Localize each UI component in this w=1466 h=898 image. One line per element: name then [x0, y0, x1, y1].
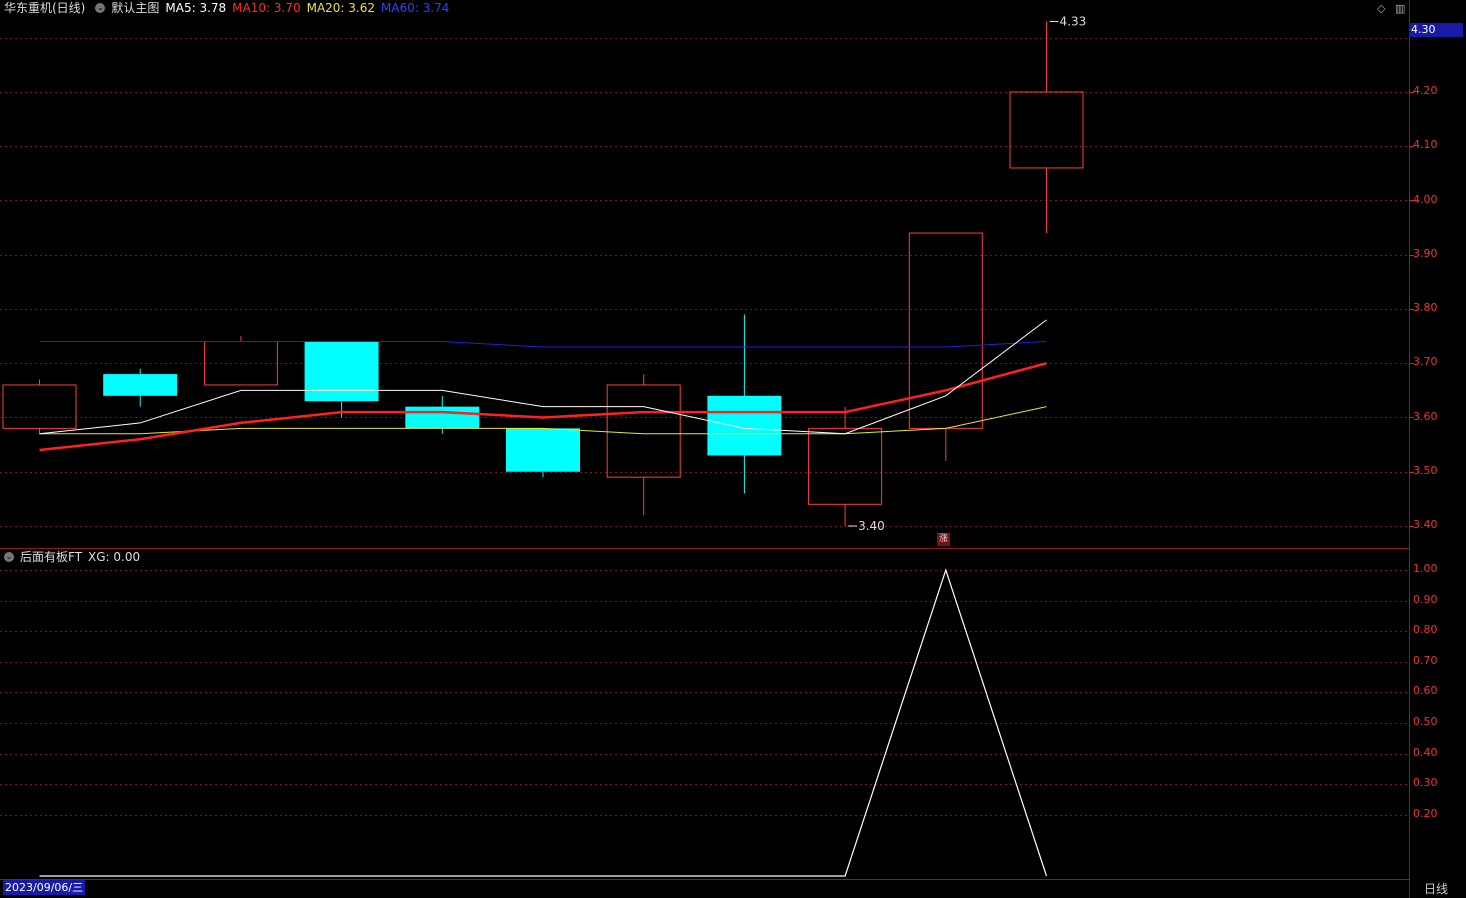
ma60-line: [39, 341, 1047, 348]
indicator-axis-tick: 0.70: [1413, 653, 1438, 667]
indicator-axis-tick: 0.60: [1413, 684, 1438, 698]
candle-body: [908, 232, 983, 429]
price-axis-tick: 3.40: [1413, 518, 1438, 531]
price-axis-tick: 3.60: [1413, 409, 1438, 423]
indicator-axis-tick: 0.40: [1413, 745, 1438, 759]
date-label: 2023/09/06/三: [3, 880, 86, 895]
candle-body: [506, 428, 580, 472]
price-axis-tick: 4.20: [1413, 84, 1438, 97]
indicator-axis-tick: 1.00: [1413, 562, 1438, 575]
price-axis-tick: 3.50: [1413, 463, 1438, 477]
extreme-price-label: 3.40: [858, 519, 885, 533]
price-axis-tick: 3.70: [1413, 355, 1438, 369]
candle-body: [2, 384, 77, 429]
limit-up-marker: 涨: [937, 533, 950, 546]
kline-chart[interactable]: 4.33 3.40: [0, 0, 1466, 898]
indicator-axis-tick: 0.90: [1413, 592, 1438, 606]
extreme-price-label: 4.33: [1060, 14, 1087, 28]
indicator-axis-tick: 0.80: [1413, 623, 1438, 637]
price-axis-tick: 4.10: [1413, 138, 1438, 152]
price-axis-tick: 3.90: [1413, 246, 1438, 260]
candle-body: [103, 374, 178, 396]
candle-body: [606, 384, 681, 478]
indicator-axis-tick: 0.30: [1413, 776, 1438, 790]
candle-body: [1009, 91, 1084, 169]
candle-body: [808, 427, 883, 505]
price-axis-tick: 4.00: [1413, 192, 1438, 206]
price-axis-tick: 3.80: [1413, 301, 1438, 314]
period-label[interactable]: 日线: [1424, 880, 1448, 897]
candle-body: [707, 395, 782, 456]
indicator-axis-tick: 0.50: [1413, 715, 1438, 728]
indicator-axis-tick: 0.20: [1413, 806, 1438, 820]
current-price-tag: 4.30: [1409, 23, 1463, 37]
candle-body: [304, 341, 379, 402]
candle-body: [405, 406, 480, 429]
